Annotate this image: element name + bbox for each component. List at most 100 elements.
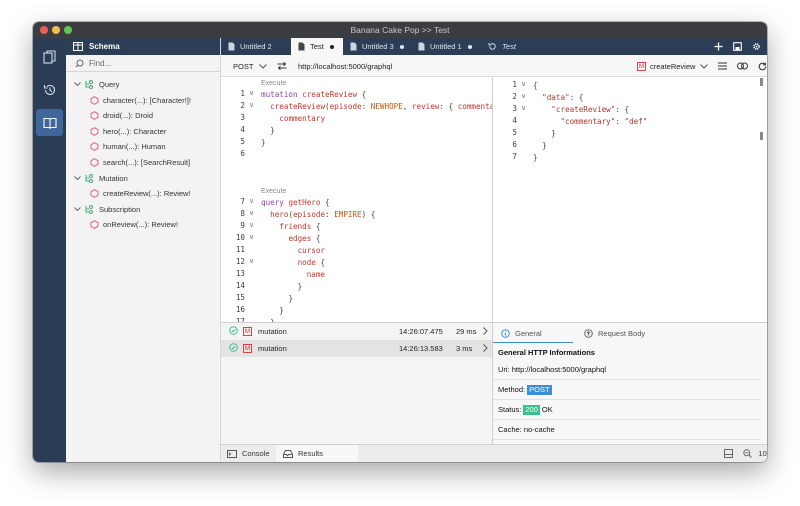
execute-lens-2[interactable]: Execute: [261, 188, 286, 195]
tab-request-body[interactable]: Request Body: [584, 323, 645, 343]
fold-toggle-icon[interactable]: ∨: [521, 80, 526, 88]
minimize-window-button[interactable]: [52, 26, 60, 34]
mutation-badge-icon: M: [243, 344, 252, 353]
schema-field[interactable]: human(...): Human: [90, 139, 166, 154]
schema-tree-label: search(...): [SearchResult]: [103, 158, 191, 167]
unsaved-dot-icon: [329, 44, 334, 49]
success-check-icon: [229, 343, 238, 354]
save-icon: [732, 42, 742, 51]
query-code-2[interactable]: query getHero { hero(episode: EMPIRE) { …: [261, 197, 375, 322]
fold-toggle-icon[interactable]: ∨: [521, 92, 526, 100]
uri-value: http://localhost:5000/graphql: [511, 365, 606, 374]
fold-toggle-icon[interactable]: ∨: [249, 89, 254, 97]
swap-button[interactable]: [277, 55, 287, 77]
link-button[interactable]: [737, 55, 748, 77]
method-select-value: POST: [233, 61, 254, 71]
schema-group[interactable]: Subscription: [74, 202, 140, 217]
line-number: 5: [512, 128, 517, 137]
tab-results-label: Results: [298, 449, 324, 458]
search-input[interactable]: Find...: [89, 59, 111, 68]
line-number: 2: [240, 101, 245, 110]
history-row[interactable]: Mmutation 14:26:07.475 29 ms: [221, 323, 492, 340]
schema-field[interactable]: droid(...): Droid: [90, 108, 153, 123]
fold-toggle-icon[interactable]: ∨: [249, 233, 254, 241]
documents-button[interactable]: [36, 43, 63, 70]
operation-select[interactable]: M createReview: [637, 55, 709, 77]
schema-tree-label: hero(...): Character: [103, 126, 167, 136]
document-icon: [418, 42, 425, 51]
history-duration: 29 ms: [456, 327, 477, 336]
schema-search[interactable]: Find...: [66, 55, 220, 72]
tab-general[interactable]: General: [501, 323, 542, 343]
type-icon: [85, 204, 93, 214]
status-label: Status:: [498, 405, 522, 414]
line-number: 5: [240, 137, 245, 146]
tab-document[interactable]: Untitled 2: [221, 38, 283, 55]
history-icon: [43, 84, 55, 95]
response-code[interactable]: { "data": { "createReview": { "commentar…: [533, 80, 647, 164]
document-icon: [298, 42, 305, 51]
close-window-button[interactable]: [40, 26, 48, 34]
execute-lens-1[interactable]: Execute: [261, 80, 286, 87]
schema-field[interactable]: createReview(...): Review!: [90, 186, 191, 201]
tab-document[interactable]: Untitled 1: [411, 38, 481, 55]
history-row[interactable]: Mmutation 14:26:13.583 3 ms: [221, 340, 492, 357]
line-number: 11: [235, 245, 245, 254]
tab-console[interactable]: Console: [227, 445, 270, 462]
tab-results[interactable]: Results: [276, 445, 358, 462]
cache-value: no-cache: [523, 425, 555, 434]
add-tab-button[interactable]: [710, 38, 726, 55]
tab-document[interactable]: Test: [291, 38, 343, 55]
fold-toggle-icon[interactable]: ∨: [249, 197, 254, 205]
fold-toggle-icon[interactable]: ∨: [249, 101, 254, 109]
split-view-button[interactable]: [724, 445, 733, 462]
tab-document[interactable]: Untitled 3: [343, 38, 411, 55]
schema-field[interactable]: onReview(...): Review!: [90, 217, 178, 232]
save-button[interactable]: [729, 38, 745, 55]
fold-toggle-icon[interactable]: ∨: [521, 104, 526, 112]
line-number: 8: [240, 209, 245, 218]
url-input[interactable]: http://localhost:5000/graphql: [298, 55, 392, 77]
format-button[interactable]: [718, 55, 727, 77]
schema-field[interactable]: search(...): [SearchResult]: [90, 155, 190, 170]
gear-icon: [752, 43, 760, 50]
schema-field[interactable]: character(...): [Character!]!: [90, 93, 191, 108]
schema-group[interactable]: Query: [74, 77, 119, 92]
fold-toggle-icon[interactable]: ∨: [249, 257, 254, 265]
fold-toggle-icon[interactable]: ∨: [249, 209, 254, 217]
unsaved-dot-icon: [399, 44, 404, 49]
link-icon: [737, 62, 748, 70]
field-icon: [90, 158, 99, 167]
tab-bar: Untitled 2 Test Untitled 3 Untitled 1 Test: [221, 38, 767, 55]
info-icon: [501, 328, 510, 338]
tab-document[interactable]: Test: [481, 38, 537, 55]
query-editor[interactable]: 1∨2∨34567∨8∨9∨10∨1112∨131415161718 Execu…: [221, 77, 493, 322]
swap-arrows-icon: [277, 62, 287, 70]
line-number: 3: [240, 113, 245, 122]
settings-button[interactable]: [748, 38, 764, 55]
search-icon: [75, 59, 84, 68]
maximize-window-button[interactable]: [64, 26, 72, 34]
refresh-button[interactable]: [758, 55, 767, 77]
tab-label: Untitled 3: [362, 42, 394, 51]
zoom-out-button[interactable]: [743, 445, 752, 462]
line-number: 1: [240, 89, 245, 98]
schema-button[interactable]: [36, 109, 63, 136]
method-select[interactable]: POST: [233, 55, 268, 77]
field-icon: [90, 111, 99, 121]
schema-field[interactable]: hero(...): Character: [90, 124, 166, 139]
schema-tree-label: droid(...): Droid: [103, 111, 154, 121]
activity-bar: [33, 38, 66, 462]
response-scrollbar[interactable]: [760, 78, 763, 86]
title-bar: Banana Cake Pop >> Test: [33, 22, 767, 38]
line-number: 1: [512, 80, 517, 89]
tab-label: Test: [310, 42, 324, 51]
query-code[interactable]: mutation createReview { createReview(epi…: [261, 89, 492, 149]
fold-toggle-icon[interactable]: ∨: [249, 221, 254, 229]
schema-group[interactable]: Mutation: [74, 171, 128, 186]
line-number: 13: [235, 269, 245, 278]
schema-header-label: Schema: [89, 42, 120, 51]
history-button[interactable]: [36, 76, 63, 103]
response-viewer[interactable]: 1 ∨ 2 ∨ 3 ∨ 4 5 6 7 { "data": { "createReview": {…: [493, 77, 767, 322]
chevron-down-icon: [259, 63, 268, 69]
